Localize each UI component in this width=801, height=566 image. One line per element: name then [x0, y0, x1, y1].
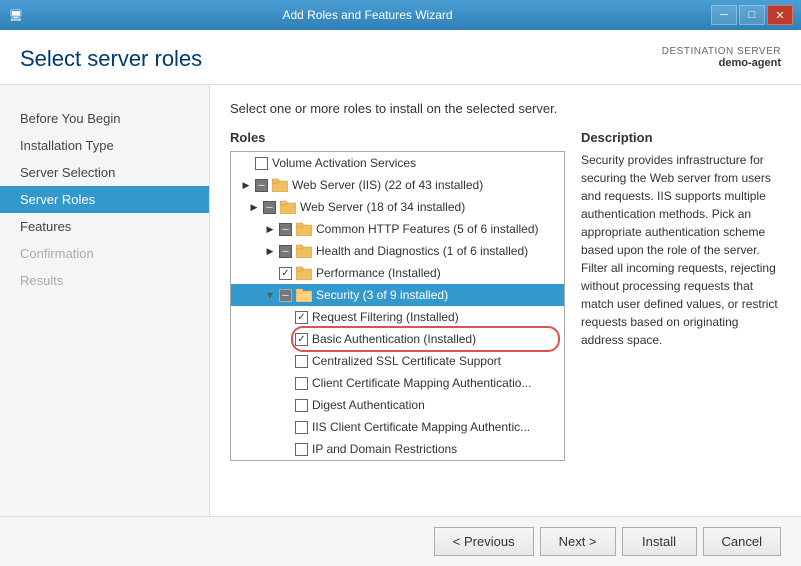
list-item[interactable]: Volume Activation Services [231, 152, 564, 174]
item-label: Digest Authentication [312, 398, 425, 412]
folder-icon [296, 266, 312, 280]
checkbox-webserver[interactable]: ─ [255, 179, 268, 192]
checkbox-ssl[interactable] [295, 355, 308, 368]
nav-item-server-selection[interactable]: Server Selection [0, 159, 209, 186]
expander-icon [279, 354, 293, 368]
expander-icon[interactable]: ▶ [263, 244, 277, 258]
app-icon: 🖥 [8, 7, 24, 23]
list-item[interactable]: ✓ Request Filtering (Installed) [231, 306, 564, 328]
list-item-security[interactable]: ▼ ─ Security (3 of 9 installed) [231, 284, 564, 306]
checkbox-ip-domain[interactable] [295, 443, 308, 456]
expander-icon[interactable]: ▶ [263, 222, 277, 236]
folder-icon [296, 222, 312, 236]
expander-icon [279, 332, 293, 346]
item-label: IIS Client Certificate Mapping Authentic… [312, 420, 530, 434]
expander-icon[interactable]: ▶ [247, 200, 261, 214]
checkbox-basic-auth[interactable]: ✓ [295, 333, 308, 346]
destination-server-info: DESTINATION SERVER demo-agent [662, 46, 781, 69]
list-item[interactable]: Client Certificate Mapping Authenticatio… [231, 372, 564, 394]
folder-icon [296, 288, 312, 302]
list-item[interactable]: Digest Authentication [231, 394, 564, 416]
cancel-button[interactable]: Cancel [703, 527, 781, 556]
description-text: Security provides infrastructure for sec… [581, 151, 781, 349]
content-columns: Roles Volume Activation Services ▶ [230, 130, 781, 500]
wizard-header: Select server roles DESTINATION SERVER d… [0, 30, 801, 85]
list-item[interactable]: IP and Domain Restrictions [231, 438, 564, 460]
expander-icon[interactable]: ▼ [263, 288, 277, 302]
list-item[interactable]: Centralized SSL Certificate Support [231, 350, 564, 372]
expander-icon [279, 398, 293, 412]
maximize-button[interactable]: □ [739, 5, 765, 25]
nav-item-installation-type[interactable]: Installation Type [0, 132, 209, 159]
nav-item-before-you-begin[interactable]: Before You Begin [0, 105, 209, 132]
list-item[interactable]: ▶ ─ Health and Diagnostics (1 of 6 insta… [231, 240, 564, 262]
nav-item-features[interactable]: Features [0, 213, 209, 240]
checkbox-health[interactable]: ─ [279, 245, 292, 258]
expander-icon [263, 266, 277, 280]
item-label: Web Server (18 of 34 installed) [300, 200, 465, 214]
list-item[interactable]: URL Autho... [231, 460, 564, 461]
roles-panel: Roles Volume Activation Services ▶ [230, 130, 565, 500]
wizard-footer: < Previous Next > Install Cancel [0, 516, 801, 566]
nav-item-confirmation: Confirmation [0, 240, 209, 267]
description-label: Description [581, 130, 781, 145]
expander-icon [279, 310, 293, 324]
wizard-body: Before You Begin Installation Type Serve… [0, 85, 801, 516]
checkbox-http[interactable]: ─ [279, 223, 292, 236]
item-label: Common HTTP Features (5 of 6 installed) [316, 222, 539, 236]
item-label: Request Filtering (Installed) [312, 310, 459, 324]
checkbox-iis-client-cert[interactable] [295, 421, 308, 434]
list-item[interactable]: ▶ ─ Common HTTP Features (5 of 6 install… [231, 218, 564, 240]
expander-icon[interactable]: ▶ [239, 178, 253, 192]
roles-label: Roles [230, 130, 565, 145]
expander-icon [239, 156, 253, 170]
nav-item-server-roles[interactable]: Server Roles [0, 186, 209, 213]
item-label: Volume Activation Services [272, 156, 416, 170]
title-bar-controls: ─ □ ✕ [711, 5, 793, 25]
checkbox-webserver-inner[interactable]: ─ [263, 201, 276, 214]
content-area: Select one or more roles to install on t… [210, 85, 801, 516]
item-label: Security (3 of 9 installed) [316, 288, 448, 302]
folder-icon [272, 178, 288, 192]
expander-icon [279, 420, 293, 434]
checkbox-security[interactable]: ─ [279, 289, 292, 302]
item-label: IP and Domain Restrictions [312, 442, 457, 456]
nav-item-results: Results [0, 267, 209, 294]
install-button[interactable]: Install [622, 527, 697, 556]
item-label: Client Certificate Mapping Authenticatio… [312, 376, 531, 390]
expander-icon [279, 376, 293, 390]
instruction-text: Select one or more roles to install on t… [230, 101, 781, 116]
previous-button[interactable]: < Previous [434, 527, 534, 556]
list-item[interactable]: ▶ ─ Web Server (18 of 34 installed) [231, 196, 564, 218]
page-title: Select server roles [20, 46, 202, 72]
folder-icon [280, 200, 296, 214]
minimize-button[interactable]: ─ [711, 5, 737, 25]
next-button[interactable]: Next > [540, 527, 616, 556]
item-label: Health and Diagnostics (1 of 6 installed… [316, 244, 528, 258]
title-bar-text: Add Roles and Features Wizard [24, 8, 711, 22]
item-label: Centralized SSL Certificate Support [312, 354, 501, 368]
checkbox-client-cert[interactable] [295, 377, 308, 390]
title-bar: 🖥 Add Roles and Features Wizard ─ □ ✕ [0, 0, 801, 30]
checkbox-digest[interactable] [295, 399, 308, 412]
list-item[interactable]: ▶ ─ Web Server (IIS) (22 of 43 installed… [231, 174, 564, 196]
item-label: Web Server (IIS) (22 of 43 installed) [292, 178, 483, 192]
roles-listbox[interactable]: Volume Activation Services ▶ ─ [230, 151, 565, 461]
list-item-basic-auth[interactable]: ✓ Basic Authentication (Installed) [231, 328, 564, 350]
destination-label: DESTINATION SERVER [662, 46, 781, 57]
description-panel: Description Security provides infrastruc… [581, 130, 781, 500]
expander-icon [279, 442, 293, 456]
close-button[interactable]: ✕ [767, 5, 793, 25]
checkbox-performance[interactable]: ✓ [279, 267, 292, 280]
checkbox-volume[interactable] [255, 157, 268, 170]
wizard-container: Select server roles DESTINATION SERVER d… [0, 30, 801, 566]
item-label: Performance (Installed) [316, 266, 441, 280]
list-item[interactable]: ✓ Performance (Installed) [231, 262, 564, 284]
folder-icon [296, 244, 312, 258]
destination-name: demo-agent [662, 57, 781, 69]
checkbox-request-filtering[interactable]: ✓ [295, 311, 308, 324]
list-item[interactable]: IIS Client Certificate Mapping Authentic… [231, 416, 564, 438]
left-nav: Before You Begin Installation Type Serve… [0, 85, 210, 516]
item-label: Basic Authentication (Installed) [312, 332, 476, 346]
